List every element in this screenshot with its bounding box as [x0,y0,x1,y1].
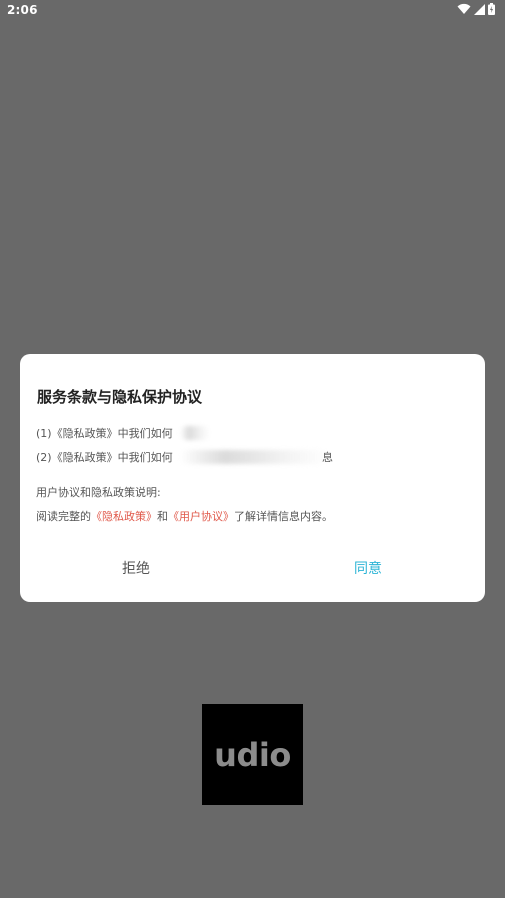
status-bar: 2:06 [0,0,505,22]
note-prefix: 阅读完整的 [36,510,91,523]
note-body: 阅读完整的《隐私政策》和《用户协议》了解详情信息内容。 [36,508,333,524]
user-agreement-link[interactable]: 《用户协议》 [168,510,234,523]
status-icons [457,3,495,15]
privacy-policy-link[interactable]: 《隐私政策》 [91,510,157,523]
note-and: 和 [157,510,168,523]
redacted-text [180,426,210,440]
wifi-icon [457,3,471,15]
note-suffix: 了解详情信息内容。 [234,510,333,523]
battery-icon [488,3,495,15]
redacted-text [180,450,330,464]
privacy-dialog: 服务条款与隐私保护协议 (1)《隐私政策》中我们如何 (2)《隐私政策》中我们如… [20,354,485,602]
note-title: 用户协议和隐私政策说明: [36,486,161,499]
agree-button[interactable]: 同意 [354,558,382,578]
cellular-signal-icon [474,3,485,15]
reject-button[interactable]: 拒绝 [122,558,150,578]
policy-line-2-tail: 息 [322,451,333,464]
status-time: 2:06 [7,3,38,17]
logo-text: udio [214,735,291,774]
policy-line-1: (1)《隐私政策》中我们如何 [36,427,173,440]
policy-line-2: (2)《隐私政策》中我们如何 [36,451,173,464]
dialog-title: 服务条款与隐私保护协议 [37,388,203,406]
app-logo: udio [202,704,303,805]
